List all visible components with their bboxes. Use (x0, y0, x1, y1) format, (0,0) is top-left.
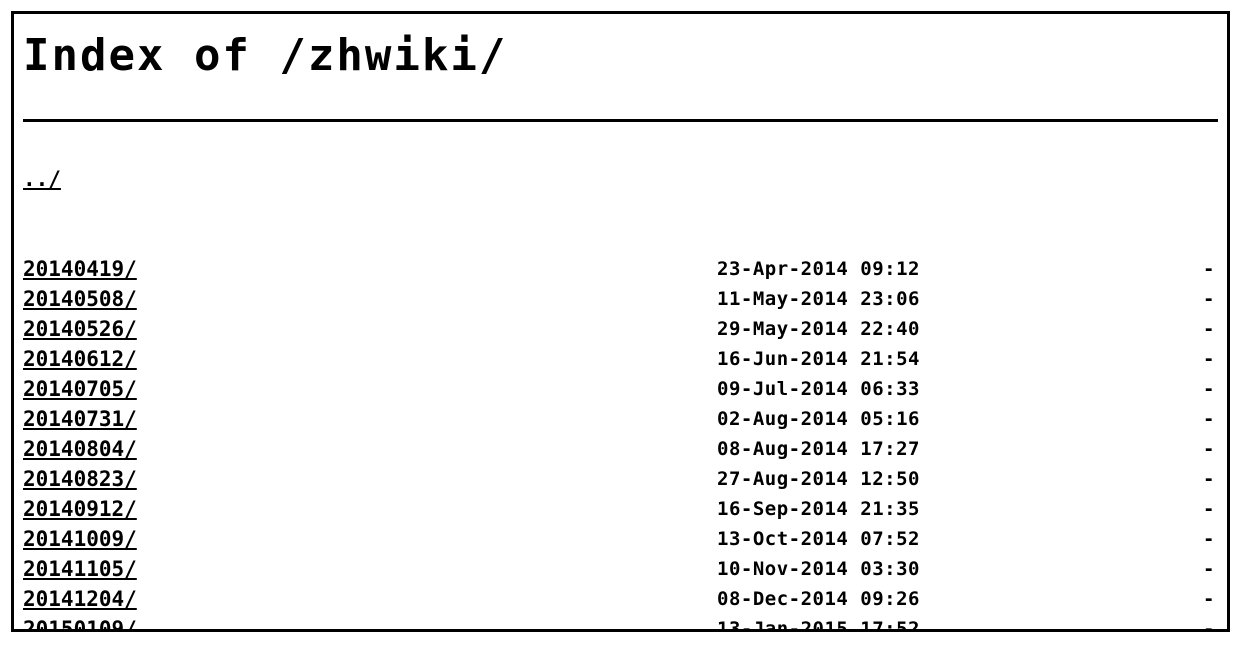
list-item[interactable]: 20140526/29-May-2014 22:40 - (23, 314, 1218, 344)
entry-modified-date: 27-Aug-2014 12:50 (717, 468, 920, 490)
entry-modified-date: 08-Aug-2014 17:27 (717, 438, 920, 460)
list-item[interactable]: 20141204/08-Dec-2014 09:26 - (23, 584, 1218, 614)
entry-size: - (1203, 558, 1215, 580)
entry-size: - (1203, 438, 1215, 460)
list-item[interactable]: 20140823/27-Aug-2014 12:50 - (23, 464, 1218, 494)
list-item[interactable]: 20140804/08-Aug-2014 17:27 - (23, 434, 1218, 464)
list-item[interactable]: 20140731/02-Aug-2014 05:16 - (23, 404, 1218, 434)
entry-size: - (1203, 318, 1215, 340)
directory-link[interactable]: 20140419/ (23, 257, 137, 281)
entry-modified-date: 02-Aug-2014 05:16 (717, 408, 920, 430)
entry-size: - (1203, 258, 1215, 280)
directory-link[interactable]: 20141009/ (23, 527, 137, 551)
directory-link[interactable]: 20140705/ (23, 377, 137, 401)
entry-modified-date: 09-Jul-2014 06:33 (717, 378, 920, 400)
list-item-parent[interactable]: ../ (23, 164, 1218, 194)
list-item[interactable]: 20140705/09-Jul-2014 06:33 - (23, 374, 1218, 404)
directory-link[interactable]: 20140912/ (23, 497, 137, 521)
parent-directory-link[interactable]: ../ (23, 167, 61, 191)
entry-size: - (1203, 498, 1215, 520)
list-item[interactable]: 20141105/10-Nov-2014 03:30 - (23, 554, 1218, 584)
directory-listing: ../ 20140419/23-Apr-2014 09:12-20140508/… (23, 122, 1218, 632)
page-title: Index of /zhwiki/ (23, 30, 508, 81)
entry-modified-date: 23-Apr-2014 09:12 (717, 258, 920, 280)
entry-size: - (1203, 618, 1215, 632)
directory-link[interactable]: 20140731/ (23, 407, 137, 431)
directory-link[interactable]: 20140823/ (23, 467, 137, 491)
list-item[interactable]: 20141009/13-Oct-2014 07:52 - (23, 524, 1218, 554)
directory-link[interactable]: 20140612/ (23, 347, 137, 371)
entry-modified-date: 11-May-2014 23:06 (717, 288, 920, 310)
list-item[interactable]: 20140508/11-May-2014 23:06 - (23, 284, 1218, 314)
entry-size: - (1203, 288, 1215, 310)
entry-modified-date: 13-Jan-2015 17:52 (717, 618, 920, 632)
directory-link[interactable]: 20140804/ (23, 437, 137, 461)
browser-content-frame: Index of /zhwiki/ ../ 20140419/23-Apr-20… (11, 11, 1230, 632)
entry-modified-date: 13-Oct-2014 07:52 (717, 528, 920, 550)
entry-modified-date: 10-Nov-2014 03:30 (717, 558, 920, 580)
entry-size: - (1203, 528, 1215, 550)
list-item[interactable]: 20140912/16-Sep-2014 21:35 - (23, 494, 1218, 524)
entry-size: - (1203, 588, 1215, 610)
directory-index-page: Index of /zhwiki/ ../ 20140419/23-Apr-20… (14, 14, 1227, 629)
entry-size: - (1203, 468, 1215, 490)
list-item[interactable]: 20140419/23-Apr-2014 09:12 - (23, 254, 1218, 284)
entry-size: - (1203, 408, 1215, 430)
list-item[interactable]: 20150109/13-Jan-2015 17:52 - (23, 614, 1218, 632)
directory-link[interactable]: 20141204/ (23, 587, 137, 611)
entry-modified-date: 16-Jun-2014 21:54 (717, 348, 920, 370)
entry-modified-date: 08-Dec-2014 09:26 (717, 588, 920, 610)
entry-size: - (1203, 378, 1215, 400)
directory-link[interactable]: 20140508/ (23, 287, 137, 311)
entry-modified-date: 16-Sep-2014 21:35 (717, 498, 920, 520)
directory-link[interactable]: 20140526/ (23, 317, 137, 341)
entry-size: - (1203, 348, 1215, 370)
entry-modified-date: 29-May-2014 22:40 (717, 318, 920, 340)
directory-link[interactable]: 20150109/ (23, 617, 137, 629)
list-item[interactable]: 20140612/16-Jun-2014 21:54 - (23, 344, 1218, 374)
directory-link[interactable]: 20141105/ (23, 557, 137, 581)
